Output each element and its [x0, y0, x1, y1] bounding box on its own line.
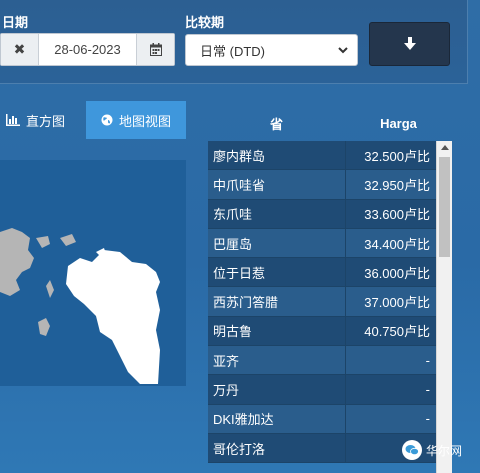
watermark: 华尔网	[402, 440, 462, 460]
tab-map-label: 地图视图	[118, 113, 171, 129]
tab-histogram-label: 直方图	[26, 113, 66, 129]
table-row[interactable]: 巴厘岛 34.400卢比	[208, 228, 436, 259]
table-row[interactable]: 明古鲁 40.750卢比	[208, 316, 436, 347]
price-cell: 37.000卢比	[364, 295, 430, 311]
scroll-up-arrow-icon[interactable]	[441, 145, 449, 150]
table-row[interactable]: 中爪哇省 32.950卢比	[208, 170, 436, 200]
province-cell: DKI雅加达	[208, 404, 346, 433]
table-row[interactable]: 亚齐 -	[208, 346, 436, 376]
price-cell: 40.750卢比	[364, 324, 430, 340]
province-cell: 巴厘岛	[208, 228, 346, 258]
province-cell: 亚齐	[208, 346, 346, 375]
watermark-text: 华尔网	[426, 443, 463, 458]
chevron-down-icon	[338, 47, 348, 54]
close-icon: ✖	[13, 41, 26, 57]
table-row[interactable]: 西苏门答腊 37.000卢比	[208, 287, 436, 317]
table-row[interactable]: 位于日惹 36.000卢比	[208, 258, 436, 288]
table-header: 省 Harga	[208, 106, 452, 140]
price-cell: 34.400卢比	[364, 236, 430, 252]
compare-period-select[interactable]: 日常 (DTD)	[185, 34, 358, 66]
price-cell: 32.950卢比	[364, 177, 430, 193]
price-cell: -	[425, 352, 430, 368]
tab-map-view[interactable]: 地图视图	[86, 101, 186, 139]
table-row[interactable]: 万丹 -	[208, 375, 436, 405]
province-map[interactable]	[0, 200, 186, 390]
province-cell: 中爪哇省	[208, 170, 346, 199]
price-cell: 36.000卢比	[364, 265, 430, 281]
price-cell: -	[425, 382, 430, 398]
apply-button[interactable]	[369, 22, 450, 66]
compare-select-value: 日常 (DTD)	[200, 43, 265, 59]
col-province-header[interactable]: 省	[208, 106, 345, 140]
price-cell: 32.500卢比	[364, 148, 430, 164]
price-cell: 33.600卢比	[364, 207, 430, 223]
table-row[interactable]: DKI雅加达 -	[208, 404, 436, 434]
table-scrollbar[interactable]	[436, 141, 452, 473]
bar-chart-icon	[6, 114, 20, 126]
province-cell: 哥伦打洛	[208, 433, 346, 463]
col-price-header[interactable]: Harga	[345, 106, 452, 140]
wechat-logo-icon	[402, 440, 422, 460]
province-cell: 万丹	[208, 375, 346, 404]
scroll-thumb[interactable]	[439, 157, 450, 257]
clear-date-button[interactable]: ✖	[1, 34, 39, 65]
date-input[interactable]: 28-06-2023	[39, 34, 136, 65]
globe-icon	[101, 114, 113, 126]
compare-label: 比较期	[185, 15, 225, 30]
table-row[interactable]: 东爪哇 33.600卢比	[208, 199, 436, 229]
date-label: 日期	[2, 15, 29, 30]
price-cell: -	[425, 411, 430, 427]
province-cell: 位于日惹	[208, 258, 346, 287]
filter-panel: 日期 比较期 ✖ 28-06-2023 日常 (DTD)	[0, 0, 468, 84]
calendar-icon	[149, 43, 162, 56]
date-picker: ✖ 28-06-2023	[0, 33, 175, 66]
arrow-down-icon	[403, 37, 416, 50]
province-cell: 明古鲁	[208, 316, 346, 346]
table-row[interactable]: 廖内群岛 32.500卢比	[208, 141, 436, 171]
calendar-button[interactable]	[136, 34, 174, 65]
price-table: 廖内群岛 32.500卢比 中爪哇省 32.950卢比 东爪哇 33.600卢比 巴厘…	[208, 141, 436, 473]
province-cell: 西苏门答腊	[208, 287, 346, 316]
tab-histogram[interactable]: 直方图	[6, 101, 65, 139]
province-cell: 东爪哇	[208, 199, 346, 228]
province-cell: 廖内群岛	[208, 141, 346, 170]
